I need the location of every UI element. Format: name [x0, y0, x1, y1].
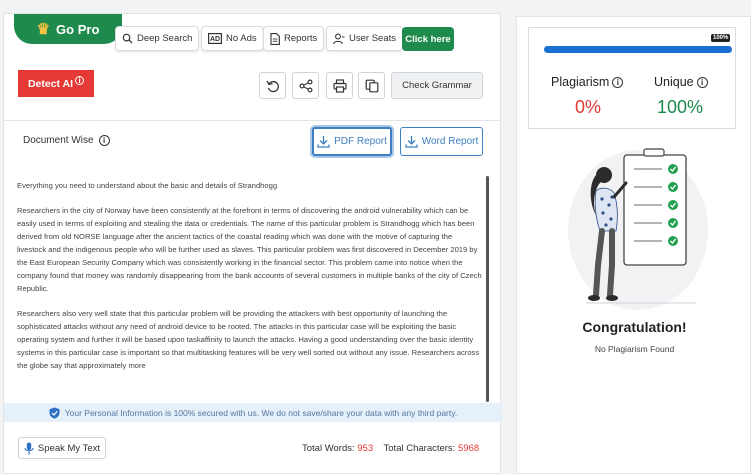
unique-value: 100% [657, 97, 704, 117]
total-characters-value: 5968 [457, 443, 480, 454]
deep-search-button[interactable]: Deep Search [115, 26, 200, 51]
go-pro-label: Go Pro [56, 21, 100, 37]
checklist-illustration [568, 148, 708, 310]
search-icon [122, 33, 133, 44]
document-stats: Total Words: 953 Total Characters: 5968 [302, 443, 479, 454]
total-words-label: Total Words: [302, 443, 355, 454]
shield-icon [49, 407, 60, 419]
user-seats-label: User Seats [349, 33, 396, 44]
word-report-button[interactable]: Word Report [400, 127, 483, 156]
progress-label: 100% [711, 34, 731, 42]
security-notice: Your Personal Information is 100% secure… [4, 403, 502, 422]
paragraph: Researchers also very well state that th… [17, 309, 480, 370]
print-icon [332, 78, 347, 93]
no-ads-label: No Ads [226, 33, 257, 44]
paragraph: Everything you need to understand about … [17, 181, 278, 190]
plagiarism-heading: Plagiarism i [551, 75, 624, 89]
detect-ai-label: Detect AI [27, 77, 74, 90]
unique-heading: Unique i [654, 75, 708, 89]
info-icon[interactable]: i [98, 135, 110, 146]
copy-icon [365, 79, 378, 92]
pdf-report-button[interactable]: PDF Report [312, 127, 392, 156]
plagiarism-value: 0% [575, 97, 602, 117]
score-summary: 100% Plagiarism i Unique i 0% 100% [528, 27, 736, 129]
paragraph: Researchers in the city of Norway have b… [17, 206, 482, 293]
download-icon [317, 136, 330, 148]
no-ads-icon: AD [208, 33, 222, 44]
print-button[interactable] [326, 72, 353, 99]
microphone-icon [24, 442, 34, 454]
info-icon[interactable]: i [696, 76, 708, 88]
main-panel: ♛ Go Pro Deep Search AD No Ads Reports U… [3, 13, 502, 474]
scrollbar[interactable] [486, 176, 489, 402]
security-notice-text: Your Personal Information is 100% secure… [64, 407, 458, 418]
document-wise-label: Document Wise [23, 135, 94, 146]
document-text[interactable]: Everything you need to understand about … [17, 179, 483, 401]
total-words-value: 953 [357, 443, 374, 454]
check-grammar-button[interactable]: Check Grammar [391, 72, 483, 99]
share-icon [299, 79, 313, 93]
download-icon [405, 136, 418, 148]
reports-label: Reports [284, 33, 318, 44]
user-seats-button[interactable]: User Seats [326, 26, 403, 51]
word-report-label: Word Report [421, 136, 479, 147]
document-wise-heading: Document Wise i [23, 135, 110, 146]
pdf-report-label: PDF Report [334, 136, 387, 147]
undo-button[interactable] [259, 72, 286, 99]
go-pro-button[interactable]: ♛ Go Pro [14, 14, 122, 44]
crown-icon: ♛ [36, 20, 51, 38]
svg-text:AD: AD [210, 36, 220, 43]
total-characters-label: Total Characters: [383, 443, 456, 454]
toolbar-section: ♛ Go Pro Deep Search AD No Ads Reports U… [4, 14, 500, 121]
users-icon [333, 33, 345, 44]
no-plagiarism-message: No Plagiarism Found [594, 344, 675, 354]
reports-button[interactable]: Reports [263, 26, 325, 51]
info-icon[interactable]: i [612, 76, 624, 88]
speak-my-text-label: Speak My Text [37, 442, 101, 454]
detect-ai-button[interactable]: Detect AI i [18, 70, 94, 97]
document-icon [270, 32, 280, 45]
deep-search-label: Deep Search [137, 33, 193, 44]
click-here-button[interactable]: Click here [402, 27, 454, 51]
unique-label: Unique [654, 75, 694, 89]
share-button[interactable] [292, 72, 319, 99]
congratulation-title: Congratulation! [582, 319, 687, 335]
plagiarism-label: Plagiarism [551, 75, 610, 89]
info-icon: i [75, 76, 85, 85]
no-ads-button[interactable]: AD No Ads [201, 26, 264, 51]
speak-my-text-button[interactable]: Speak My Text [18, 437, 106, 459]
progress-bar [544, 46, 732, 53]
results-panel: 100% Plagiarism i Unique i 0% 100% Congr… [516, 16, 751, 474]
undo-icon [265, 80, 279, 92]
copy-button[interactable] [358, 72, 385, 99]
progress-fill [544, 46, 732, 53]
